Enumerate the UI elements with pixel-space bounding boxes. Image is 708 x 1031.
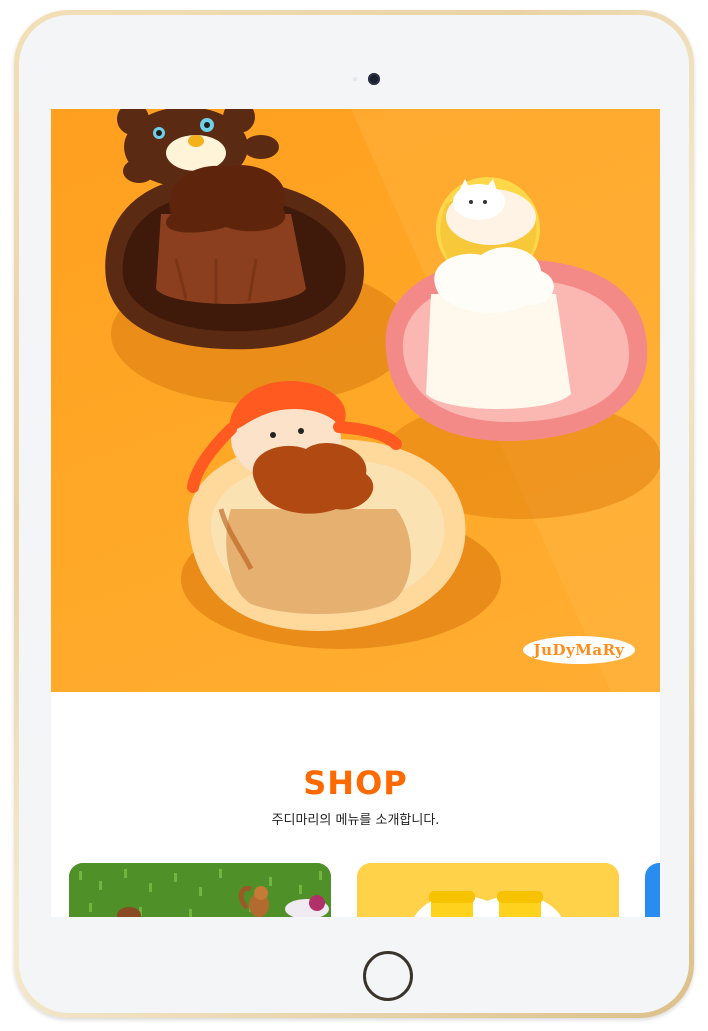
shop-title: SHOP [303,764,408,802]
home-button[interactable] [363,951,413,1001]
hero-image [105,109,660,692]
screen: JuDyMaRy SHOP 주디마리의 메뉴를 소개합니다. [51,109,660,917]
brand-logo: JuDyMaRy [523,636,635,664]
shop-card-2[interactable] [357,863,619,917]
shop-card-1[interactable] [69,863,331,917]
shop-subtitle: 주디마리의 메뉴를 소개합니다. [271,813,440,828]
bear-pudding-dish [105,109,411,404]
camera-icon [368,73,380,85]
sensor-icon [353,77,357,81]
shop-card-3[interactable] [645,863,660,917]
hero-banner[interactable]: JuDyMaRy [51,109,660,692]
grass-scene-image [69,863,331,917]
pudding-cups-image [357,863,619,917]
